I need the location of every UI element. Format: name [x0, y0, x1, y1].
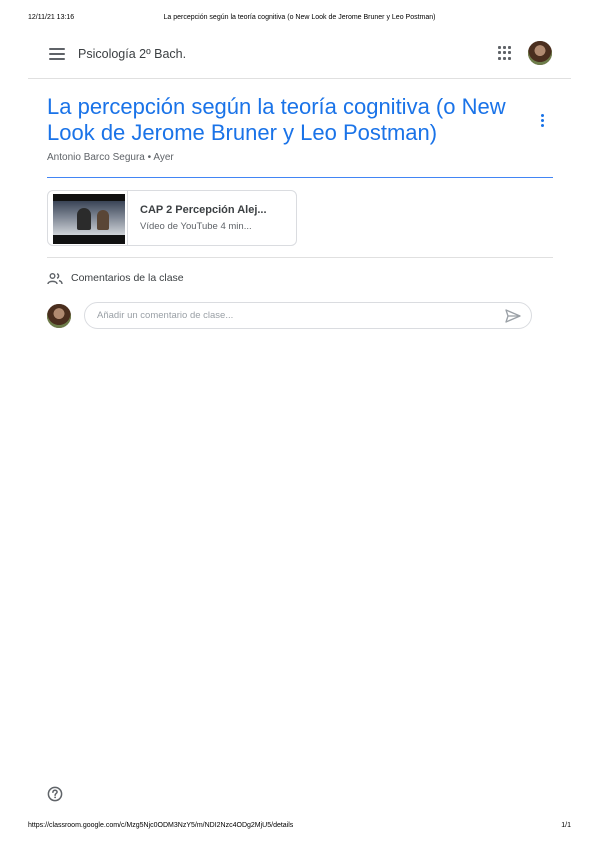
print-title: La percepción según la teoría cognitiva … [163, 14, 436, 21]
apps-grid-icon[interactable] [498, 46, 512, 60]
print-page-number: 1/1 [561, 822, 571, 829]
post-meta: Antonio Barco Segura • Ayer [47, 152, 174, 163]
print-url: https://classroom.google.com/c/Mzg5Njc0O… [28, 822, 294, 829]
attachment-subtitle: Vídeo de YouTube 4 min... [140, 221, 252, 232]
title-divider [47, 177, 553, 178]
account-avatar[interactable] [528, 41, 552, 65]
comments-label: Comentarios de la clase [71, 272, 184, 284]
section-divider [47, 257, 553, 258]
print-header: 12/11/21 13:16 La percepción según la te… [28, 14, 571, 26]
video-thumbnail [53, 194, 125, 244]
attachment-title: CAP 2 Percepción Alej... [140, 204, 267, 216]
youtube-attachment-card[interactable]: CAP 2 Percepción Alej... Vídeo de YouTub… [47, 190, 297, 246]
print-footer: https://classroom.google.com/c/Mzg5Njc0O… [28, 822, 571, 832]
top-app-bar: Psicología 2º Bach. [28, 38, 571, 79]
commenter-avatar [47, 304, 71, 328]
hamburger-menu-icon[interactable] [49, 48, 65, 62]
comment-box [84, 302, 532, 329]
help-icon[interactable] [47, 786, 63, 802]
send-icon[interactable] [505, 309, 521, 323]
people-icon [47, 273, 63, 285]
post-title: La percepción según la teoría cognitiva … [47, 94, 506, 145]
class-comment-input[interactable] [97, 307, 497, 324]
more-vertical-icon[interactable] [541, 114, 545, 128]
class-name-link[interactable]: Psicología 2º Bach. [78, 47, 186, 61]
